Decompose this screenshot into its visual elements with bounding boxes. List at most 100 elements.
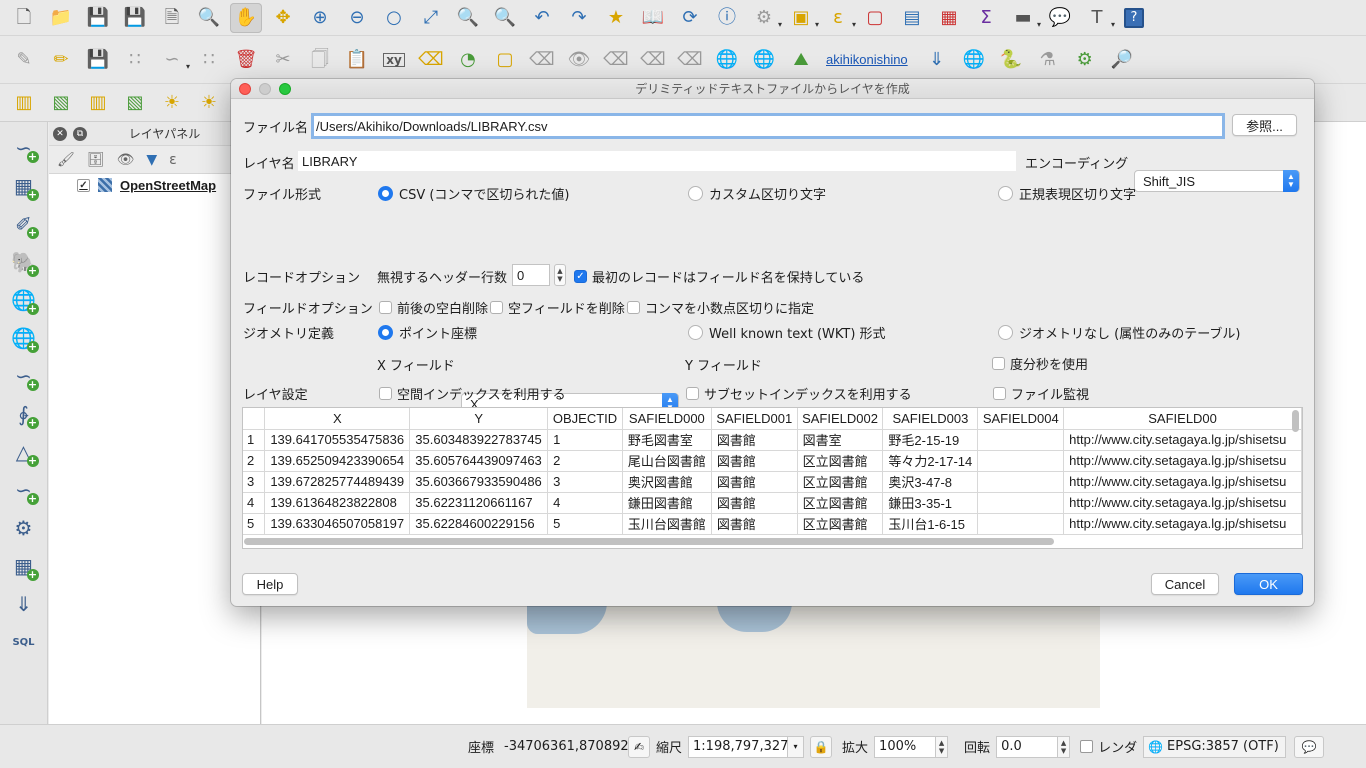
move-label-icon[interactable]: ⌫: [600, 45, 632, 75]
select-features-icon[interactable]: ▣ ▾: [785, 3, 819, 33]
local-histogram-icon[interactable]: ▥: [82, 88, 114, 118]
ok-button[interactable]: OK: [1234, 573, 1303, 595]
deselect-icon[interactable]: ε ▾: [822, 3, 856, 33]
column-header[interactable]: SAFIELD004: [977, 408, 1065, 430]
format-custom-radio[interactable]: カスタム区切り文字: [688, 184, 826, 203]
browse-button[interactable]: 参照...: [1232, 114, 1297, 136]
trim-fields-checkbox[interactable]: 前後の空白削除: [379, 298, 488, 317]
xy-icon[interactable]: xy: [378, 45, 410, 75]
float-icon[interactable]: ⧉: [73, 126, 87, 141]
discard-empty-checkbox[interactable]: 空フィールドを削除: [490, 298, 625, 317]
add-postgis-icon[interactable]: 🐘 +: [7, 246, 41, 278]
filter-expression-icon[interactable]: ε: [169, 152, 177, 168]
toggle-editing-icon[interactable]: ✏: [45, 45, 77, 75]
column-header[interactable]: SAFIELD003: [882, 408, 979, 430]
visibility-icon[interactable]: 👁: [117, 152, 135, 168]
add-raster-layer-icon[interactable]: ▦ +: [7, 170, 41, 202]
measure-icon[interactable]: ▬ ▾: [1007, 3, 1041, 33]
new-project-icon[interactable]: 🗋: [8, 3, 40, 33]
new-shapefile-icon[interactable]: ▦ +: [7, 550, 41, 582]
dms-checkbox[interactable]: 度分秒を使用: [992, 354, 1088, 373]
show-hide-labels-icon[interactable]: 👁: [563, 45, 595, 75]
local-stretch-icon[interactable]: ▧: [119, 88, 151, 118]
save-edits-icon[interactable]: 💾: [82, 45, 114, 75]
plugin-search-icon[interactable]: 🔎: [1106, 45, 1138, 75]
paste-features-icon[interactable]: 📋: [341, 45, 373, 75]
geometry-point-radio[interactable]: ポイント座標: [378, 323, 477, 342]
magnifier-field[interactable]: 100%: [874, 735, 937, 758]
decimal-comma-checkbox[interactable]: コンマを小数点区切りに指定: [627, 298, 814, 317]
column-header[interactable]: SAFIELD000: [622, 408, 712, 430]
column-header[interactable]: SAFIELD001: [711, 408, 798, 430]
add-point-icon[interactable]: ∷: [119, 45, 151, 75]
python-console-icon[interactable]: 🐍: [995, 45, 1027, 75]
zoom-full-icon[interactable]: ⤢: [415, 3, 447, 33]
histogram-icon[interactable]: ▥: [8, 88, 40, 118]
save-project-icon[interactable]: 💾: [82, 3, 114, 33]
change-label-icon[interactable]: ⌫: [674, 45, 706, 75]
add-mssql-icon[interactable]: ⚙: [7, 512, 41, 544]
rotation-spin[interactable]: ▲ ▼: [1058, 735, 1071, 758]
column-header[interactable]: X: [264, 408, 411, 430]
first-record-checkbox[interactable]: ✓ 最初のレコードはフィールド名を保持している: [574, 267, 864, 286]
mouse-toggle-icon[interactable]: ✍: [628, 735, 651, 758]
help-icon[interactable]: ?: [1118, 3, 1150, 33]
new-print-layout-icon[interactable]: 🗎: [156, 3, 188, 33]
pan-icon[interactable]: ✋: [230, 2, 262, 33]
rotation-field[interactable]: 0.0: [996, 735, 1059, 758]
plugin-yellow-icon[interactable]: ⚙: [1069, 45, 1101, 75]
scale-field[interactable]: 1:198,797,327: [688, 735, 788, 758]
layer-item[interactable]: ✓ OpenStreetMap: [49, 174, 260, 196]
label-tool-icon[interactable]: ⌫: [415, 45, 447, 75]
column-header[interactable]: SAFIELD002: [797, 408, 884, 430]
add-group-icon[interactable]: 🗄: [87, 152, 105, 168]
column-header[interactable]: SAFIELD00: [1063, 408, 1302, 430]
zoom-next-icon[interactable]: ↷: [563, 3, 595, 33]
add-vector-layer-icon[interactable]: ∽ +: [7, 132, 41, 164]
user-link[interactable]: akihikonishino: [826, 52, 908, 67]
stretch-histogram-icon[interactable]: ▧: [45, 88, 77, 118]
add-virtual-layer-icon[interactable]: ∽ +: [7, 474, 41, 506]
zoom-last-icon[interactable]: ↶: [526, 3, 558, 33]
cancel-button[interactable]: Cancel: [1151, 573, 1219, 595]
statistics-icon[interactable]: ▦: [933, 3, 965, 33]
brightness-up-icon[interactable]: ☀: [156, 88, 188, 118]
style-icon[interactable]: 🖌: [57, 152, 75, 168]
coordinate-field[interactable]: -34706361,8708925: [500, 736, 637, 758]
sum-icon[interactable]: Σ: [970, 3, 1002, 33]
format-csv-radio[interactable]: CSV (コンマで区切られた値): [378, 184, 570, 203]
column-header[interactable]: Y: [409, 408, 549, 430]
watch-file-checkbox[interactable]: ファイル監視: [993, 384, 1089, 403]
plugin-tool-icon[interactable]: ⚗: [1032, 45, 1064, 75]
add-spatialite-icon[interactable]: 🌐 +: [7, 284, 41, 316]
scale-dropdown-icon[interactable]: ▾: [788, 735, 805, 758]
skip-header-input[interactable]: 0: [512, 264, 550, 286]
georeference-icon[interactable]: ⇓: [921, 45, 953, 75]
brightness-down-icon[interactable]: ☀: [193, 88, 225, 118]
vertex-tool-icon[interactable]: ∽ ▾: [156, 45, 190, 75]
file-path-input[interactable]: /Users/Akihiko/Downloads/LIBRARY.csv: [311, 113, 1225, 139]
open-project-icon[interactable]: 📁: [45, 3, 77, 33]
geometry-none-radio[interactable]: ジオメトリなし (属性のみのテーブル): [998, 323, 1241, 342]
pin-labels-icon[interactable]: ⌫: [526, 45, 558, 75]
render-checkbox[interactable]: [1080, 740, 1094, 753]
delete-selected-icon[interactable]: 🗑: [230, 45, 262, 75]
add-wfs-icon[interactable]: ∽ +: [7, 360, 41, 392]
text-annotation-icon[interactable]: T ▾: [1081, 3, 1116, 33]
format-regex-radio[interactable]: 正規表現区切り文字: [998, 184, 1136, 203]
layer-name-input[interactable]: LIBRARY: [297, 150, 1017, 172]
rotate-label-icon[interactable]: ⌫: [637, 45, 669, 75]
layer-labeling-icon[interactable]: ▢: [489, 45, 521, 75]
subset-index-checkbox[interactable]: サブセットインデックスを利用する: [686, 384, 912, 403]
sample-data-table[interactable]: X Y OBJECTID SAFIELD000 SAFIELD001 SAFIELD002…: [242, 407, 1303, 549]
add-oracle-icon[interactable]: ∲ +: [7, 398, 41, 430]
zoom-out-icon[interactable]: ⊖: [341, 3, 373, 33]
close-icon[interactable]: ✕: [53, 126, 67, 141]
save-as-icon[interactable]: 💾: [119, 3, 151, 33]
search-service-icon[interactable]: 🌐: [748, 45, 780, 75]
pan-to-selection-icon[interactable]: ✥: [267, 3, 299, 33]
lock-scale-icon[interactable]: 🔒: [810, 735, 833, 758]
skip-header-spin[interactable]: ▲ ▼: [554, 264, 566, 286]
sql-icon[interactable]: SQL: [7, 626, 41, 658]
spatial-index-checkbox[interactable]: 空間インデックスを利用する: [379, 384, 566, 403]
